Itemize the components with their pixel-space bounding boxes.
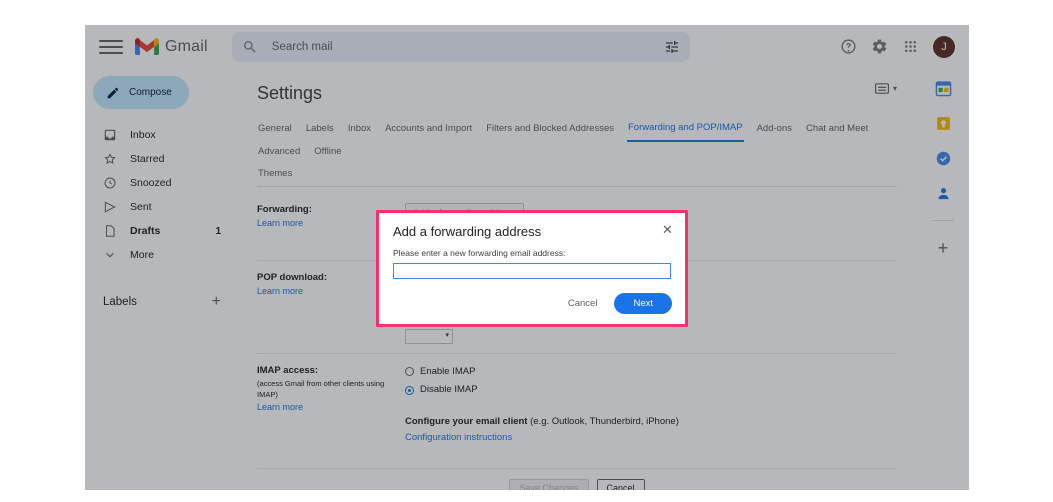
chevron-down-icon: ▾ xyxy=(892,84,897,93)
sidebar-item-label: More xyxy=(130,249,154,261)
contacts-icon[interactable] xyxy=(935,185,952,202)
forwarding-label: Forwarding: xyxy=(257,204,312,215)
settings-header: Settings ▾ xyxy=(257,83,897,104)
dialog-cancel-button[interactable]: Cancel xyxy=(562,297,604,310)
save-changes-button[interactable]: Save Changes xyxy=(509,479,589,490)
density-glyph-icon xyxy=(874,83,889,94)
search-icon xyxy=(243,40,256,53)
sidebar-item-count: 1 xyxy=(215,225,221,237)
imap-enable-option[interactable]: Enable IMAP xyxy=(405,364,897,380)
keep-icon[interactable] xyxy=(935,115,952,132)
labels-title: Labels xyxy=(103,296,137,308)
compose-label: Compose xyxy=(129,87,172,98)
radio-unselected-icon[interactable] xyxy=(405,367,414,377)
settings-actions: Save Changes Cancel xyxy=(257,468,897,490)
help-icon[interactable] xyxy=(840,38,857,55)
tab-offline[interactable]: Offline xyxy=(313,142,342,164)
draft-icon xyxy=(106,225,115,237)
chevron-down-icon xyxy=(106,252,114,258)
imap-label-col: IMAP access: (access Gmail from other cl… xyxy=(257,364,405,447)
calendar-icon[interactable] xyxy=(935,80,952,97)
sidebar-item-starred[interactable]: Starred xyxy=(85,147,231,171)
sidebar-item-sent[interactable]: Sent xyxy=(85,195,231,219)
sidebar-item-label: Sent xyxy=(130,201,152,213)
gmail-wordmark: Gmail xyxy=(165,37,208,55)
imap-disable-option[interactable]: Disable IMAP xyxy=(405,382,897,398)
configuration-instructions-link[interactable]: Configuration instructions xyxy=(405,432,512,443)
tab-general[interactable]: General xyxy=(257,119,293,141)
imap-sublabel: (access Gmail from other clients using I… xyxy=(257,379,385,400)
add-forwarding-address-dialog: Add a forwarding address ✕ Please enter … xyxy=(379,213,685,324)
display-density-icon[interactable]: ▾ xyxy=(874,83,897,94)
side-panel: + xyxy=(917,68,969,490)
gmail-logo-icon xyxy=(135,37,159,55)
send-icon xyxy=(104,201,116,213)
gear-icon[interactable] xyxy=(871,38,888,55)
pop-action-select[interactable]: ▾ xyxy=(405,328,453,344)
sidebar-item-label: Drafts xyxy=(130,225,161,237)
tab-inbox[interactable]: Inbox xyxy=(347,119,372,141)
avatar[interactable]: J xyxy=(933,35,955,58)
tab-accounts-and-import[interactable]: Accounts and Import xyxy=(384,119,473,141)
pencil-icon xyxy=(107,87,119,98)
tune-icon[interactable] xyxy=(664,39,680,55)
inbox-icon xyxy=(104,129,116,141)
dialog-prompt: Please enter a new forwarding email addr… xyxy=(393,248,566,258)
forwarding-email-input[interactable] xyxy=(393,263,671,279)
add-forwarding-address-dialog-highlight: Add a forwarding address ✕ Please enter … xyxy=(376,210,688,327)
tab-labels[interactable]: Labels xyxy=(305,119,335,141)
plus-icon[interactable]: + xyxy=(938,239,949,257)
imap-learn-more-link[interactable]: Learn more xyxy=(257,401,405,415)
radio-selected-icon[interactable] xyxy=(405,385,414,395)
gmail-logo[interactable]: Gmail xyxy=(135,38,208,56)
settings-tabs: General Labels Inbox Accounts and Import… xyxy=(257,118,897,187)
configure-client-rest: (e.g. Outlook, Thunderbird, iPhone) xyxy=(527,416,679,428)
imap-access-section: IMAP access: (access Gmail from other cl… xyxy=(257,352,897,447)
close-icon[interactable]: ✕ xyxy=(661,223,674,236)
tab-chat-and-meet[interactable]: Chat and Meet xyxy=(805,119,869,141)
sidebar-item-label: Starred xyxy=(130,153,165,165)
sidebar-item-more[interactable]: More xyxy=(85,243,231,267)
search-input[interactable] xyxy=(269,39,600,54)
dialog-next-button[interactable]: Next xyxy=(614,293,672,314)
tab-forwarding-and-pop-imap[interactable]: Forwarding and POP/IMAP xyxy=(627,118,744,142)
cancel-button[interactable]: Cancel xyxy=(596,479,645,490)
browser-window: Gmail J xyxy=(85,25,969,490)
compose-button[interactable]: Compose xyxy=(93,76,189,109)
dialog-actions: Cancel Next xyxy=(562,293,672,314)
topbar-actions: J xyxy=(840,35,969,58)
divider xyxy=(932,220,954,221)
tab-add-ons[interactable]: Add-ons xyxy=(756,119,793,141)
configure-client-block: Configure your email client (e.g. Outloo… xyxy=(405,414,897,446)
search-bar[interactable] xyxy=(231,31,690,62)
tab-advanced[interactable]: Advanced xyxy=(257,142,301,164)
configure-client-title: Configure your email client xyxy=(405,416,528,428)
top-app-bar: Gmail J xyxy=(85,25,969,68)
clock-icon xyxy=(104,177,116,189)
tab-themes[interactable]: Themes xyxy=(257,164,293,186)
menu-icon[interactable] xyxy=(99,35,123,59)
star-icon xyxy=(104,153,116,164)
imap-label: IMAP access: xyxy=(257,364,319,376)
imap-enable-label: Enable IMAP xyxy=(420,365,476,377)
sidebar-item-drafts[interactable]: Drafts 1 xyxy=(85,219,231,243)
sidebar: Compose Inbox Starred Snoozed Sent Draft… xyxy=(85,68,237,490)
sidebar-item-inbox[interactable]: Inbox xyxy=(85,123,231,147)
plus-icon[interactable]: + xyxy=(212,294,221,310)
apps-grid-icon[interactable] xyxy=(902,38,919,55)
imap-body: Enable IMAP Disable IMAP Configure your … xyxy=(405,364,897,447)
tasks-icon[interactable] xyxy=(935,150,952,167)
dialog-title: Add a forwarding address xyxy=(393,224,542,239)
page-title: Settings xyxy=(257,83,323,103)
labels-section-header: Labels + xyxy=(85,289,237,315)
imap-disable-label: Disable IMAP xyxy=(420,384,478,396)
sidebar-item-label: Snoozed xyxy=(130,177,172,189)
tab-filters-and-blocked-addresses[interactable]: Filters and Blocked Addresses xyxy=(485,119,615,141)
sidebar-item-label: Inbox xyxy=(130,129,156,141)
pop-label: POP download: xyxy=(257,271,328,283)
chevron-down-icon: ▾ xyxy=(445,332,449,340)
sidebar-item-snoozed[interactable]: Snoozed xyxy=(85,171,231,195)
